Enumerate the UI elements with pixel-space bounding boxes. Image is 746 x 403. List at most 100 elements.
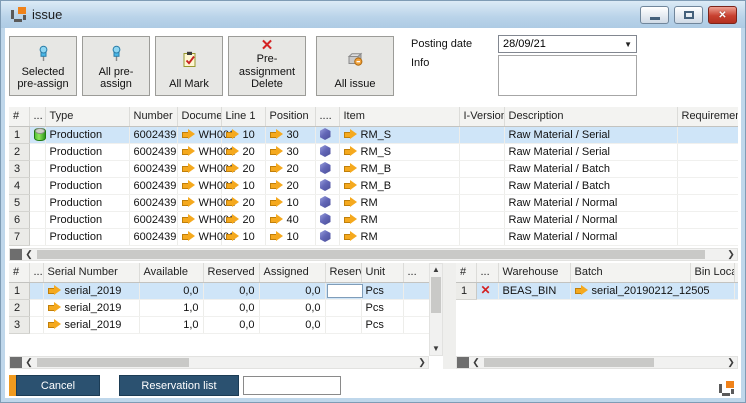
cell-reserve[interactable]: [325, 316, 361, 333]
column-header[interactable]: ...: [29, 107, 45, 126]
cell-item[interactable]: RM: [339, 228, 459, 245]
link-arrow-icon[interactable]: [226, 197, 240, 207]
cell-reserve[interactable]: [325, 299, 361, 316]
link-arrow-icon[interactable]: [344, 197, 358, 207]
column-header[interactable]: Unit: [361, 263, 403, 282]
cell-item[interactable]: RM: [339, 194, 459, 211]
cell-type[interactable]: Production: [45, 160, 129, 177]
cell-serial-number[interactable]: serial_2019: [43, 316, 139, 333]
cell-line1[interactable]: 20: [221, 194, 265, 211]
scroll-right-icon[interactable]: ❯: [725, 357, 737, 368]
cell-extra[interactable]: [403, 299, 429, 316]
cell-assigned[interactable]: 0,0: [259, 299, 325, 316]
column-header[interactable]: Document: [177, 107, 221, 126]
scrollbar-thumb[interactable]: [37, 358, 189, 367]
cell-reserved[interactable]: 0,0: [203, 299, 259, 316]
table-row[interactable]: 2serial_20191,00,00,0Pcs: [9, 299, 429, 316]
cell-document[interactable]: WH001: [177, 160, 221, 177]
table-row[interactable]: 1serial_20190,00,00,0Pcs: [9, 282, 429, 299]
scroll-right-icon[interactable]: ❯: [725, 249, 737, 260]
link-arrow-icon[interactable]: [182, 146, 196, 156]
cell-iversion[interactable]: [459, 126, 504, 143]
cell-serial-number[interactable]: serial_2019: [43, 299, 139, 316]
cell-available[interactable]: 1,0: [139, 316, 203, 333]
cell-number[interactable]: 6002439: [129, 143, 177, 160]
cell-position[interactable]: 10: [265, 194, 315, 211]
column-header[interactable]: Assigned: [259, 263, 325, 282]
table-row[interactable]: 1✕BEAS_BINserial_20190212_12505: [456, 282, 738, 299]
table-row[interactable]: 6Production6002439WH0012040RMRaw Materia…: [9, 211, 738, 228]
all-mark-button[interactable]: All Mark: [155, 36, 223, 96]
cell-document[interactable]: WH001: [177, 177, 221, 194]
link-arrow-icon[interactable]: [270, 163, 284, 173]
link-arrow-icon[interactable]: [226, 163, 240, 173]
column-header[interactable]: Quantity: [734, 263, 738, 282]
cell-unit[interactable]: Pcs: [361, 316, 403, 333]
column-header[interactable]: ....: [315, 107, 339, 126]
table-row[interactable]: 1Production6002439WH0011030RM_SRaw Mater…: [9, 126, 738, 143]
cell-position[interactable]: 30: [265, 143, 315, 160]
cell-type[interactable]: Production: [45, 211, 129, 228]
cell-description[interactable]: Raw Material / Normal: [504, 211, 677, 228]
column-header[interactable]: Batch: [570, 263, 690, 282]
cell-line1[interactable]: 10: [221, 126, 265, 143]
row-number[interactable]: 3: [9, 316, 29, 333]
scroll-left-icon[interactable]: ❮: [23, 357, 35, 368]
footer-input[interactable]: [243, 376, 341, 395]
column-header[interactable]: #: [9, 263, 29, 282]
table-row[interactable]: 3serial_20191,00,00,0Pcs: [9, 316, 429, 333]
cell-iversion[interactable]: [459, 228, 504, 245]
cell-document[interactable]: WH001: [177, 194, 221, 211]
scroll-right-icon[interactable]: ❯: [416, 357, 428, 368]
link-arrow-icon[interactable]: [344, 180, 358, 190]
cell-document[interactable]: WH001: [177, 126, 221, 143]
cell-line1[interactable]: 20: [221, 143, 265, 160]
cell-number[interactable]: 6002439: [129, 126, 177, 143]
link-arrow-icon[interactable]: [48, 302, 62, 312]
close-button[interactable]: ✕: [708, 6, 737, 24]
link-arrow-icon[interactable]: [48, 319, 62, 329]
reserve-input[interactable]: [327, 284, 363, 298]
cell-type[interactable]: Production: [45, 143, 129, 160]
link-arrow-icon[interactable]: [226, 180, 240, 190]
cell-line1[interactable]: 20: [221, 160, 265, 177]
warehouse-grid-hscrollbar[interactable]: ❮ ❯: [456, 356, 738, 369]
row-number[interactable]: 2: [9, 299, 29, 316]
cell-unit[interactable]: Pcs: [361, 282, 403, 299]
cell-line1[interactable]: 10: [221, 177, 265, 194]
cell-iversion[interactable]: [459, 143, 504, 160]
cell-iversion[interactable]: [459, 160, 504, 177]
cell-delete[interactable]: ✕: [476, 282, 498, 299]
link-arrow-icon[interactable]: [182, 163, 196, 173]
cell-line1[interactable]: 20: [221, 211, 265, 228]
link-arrow-icon[interactable]: [48, 285, 62, 295]
table-row[interactable]: 5Production6002439WH0012010RMRaw Materia…: [9, 194, 738, 211]
title-bar[interactable]: issue ✕: [1, 1, 745, 28]
main-grid-hscrollbar[interactable]: ❮ ❯: [9, 248, 738, 261]
cell-item[interactable]: RM_B: [339, 177, 459, 194]
row-number[interactable]: 1: [9, 282, 29, 299]
column-header[interactable]: Serial Number: [43, 263, 139, 282]
cell-item[interactable]: RM_S: [339, 126, 459, 143]
posting-date-combo[interactable]: 28/09/21 ▼: [498, 35, 637, 53]
cell-description[interactable]: Raw Material / Normal: [504, 228, 677, 245]
cell-document[interactable]: WH001: [177, 143, 221, 160]
column-header[interactable]: Available: [139, 263, 203, 282]
cell-number[interactable]: 6002439: [129, 228, 177, 245]
cell-item[interactable]: RM: [339, 211, 459, 228]
cell-line1[interactable]: 10: [221, 228, 265, 245]
column-header[interactable]: Item: [339, 107, 459, 126]
link-arrow-icon[interactable]: [226, 129, 240, 139]
cell-requirement[interactable]: [677, 177, 738, 194]
scroll-up-icon[interactable]: ▲: [430, 264, 442, 276]
column-header[interactable]: Position: [265, 107, 315, 126]
link-arrow-icon[interactable]: [182, 180, 196, 190]
cell-serial-number[interactable]: serial_2019: [43, 282, 139, 299]
cell-position[interactable]: 20: [265, 160, 315, 177]
chevron-down-icon[interactable]: ▼: [624, 40, 632, 49]
cell-number[interactable]: 6002439: [129, 160, 177, 177]
cell-requirement[interactable]: [677, 228, 738, 245]
column-header[interactable]: ...: [403, 263, 429, 282]
link-arrow-icon[interactable]: [182, 231, 196, 241]
cell-iversion[interactable]: [459, 211, 504, 228]
